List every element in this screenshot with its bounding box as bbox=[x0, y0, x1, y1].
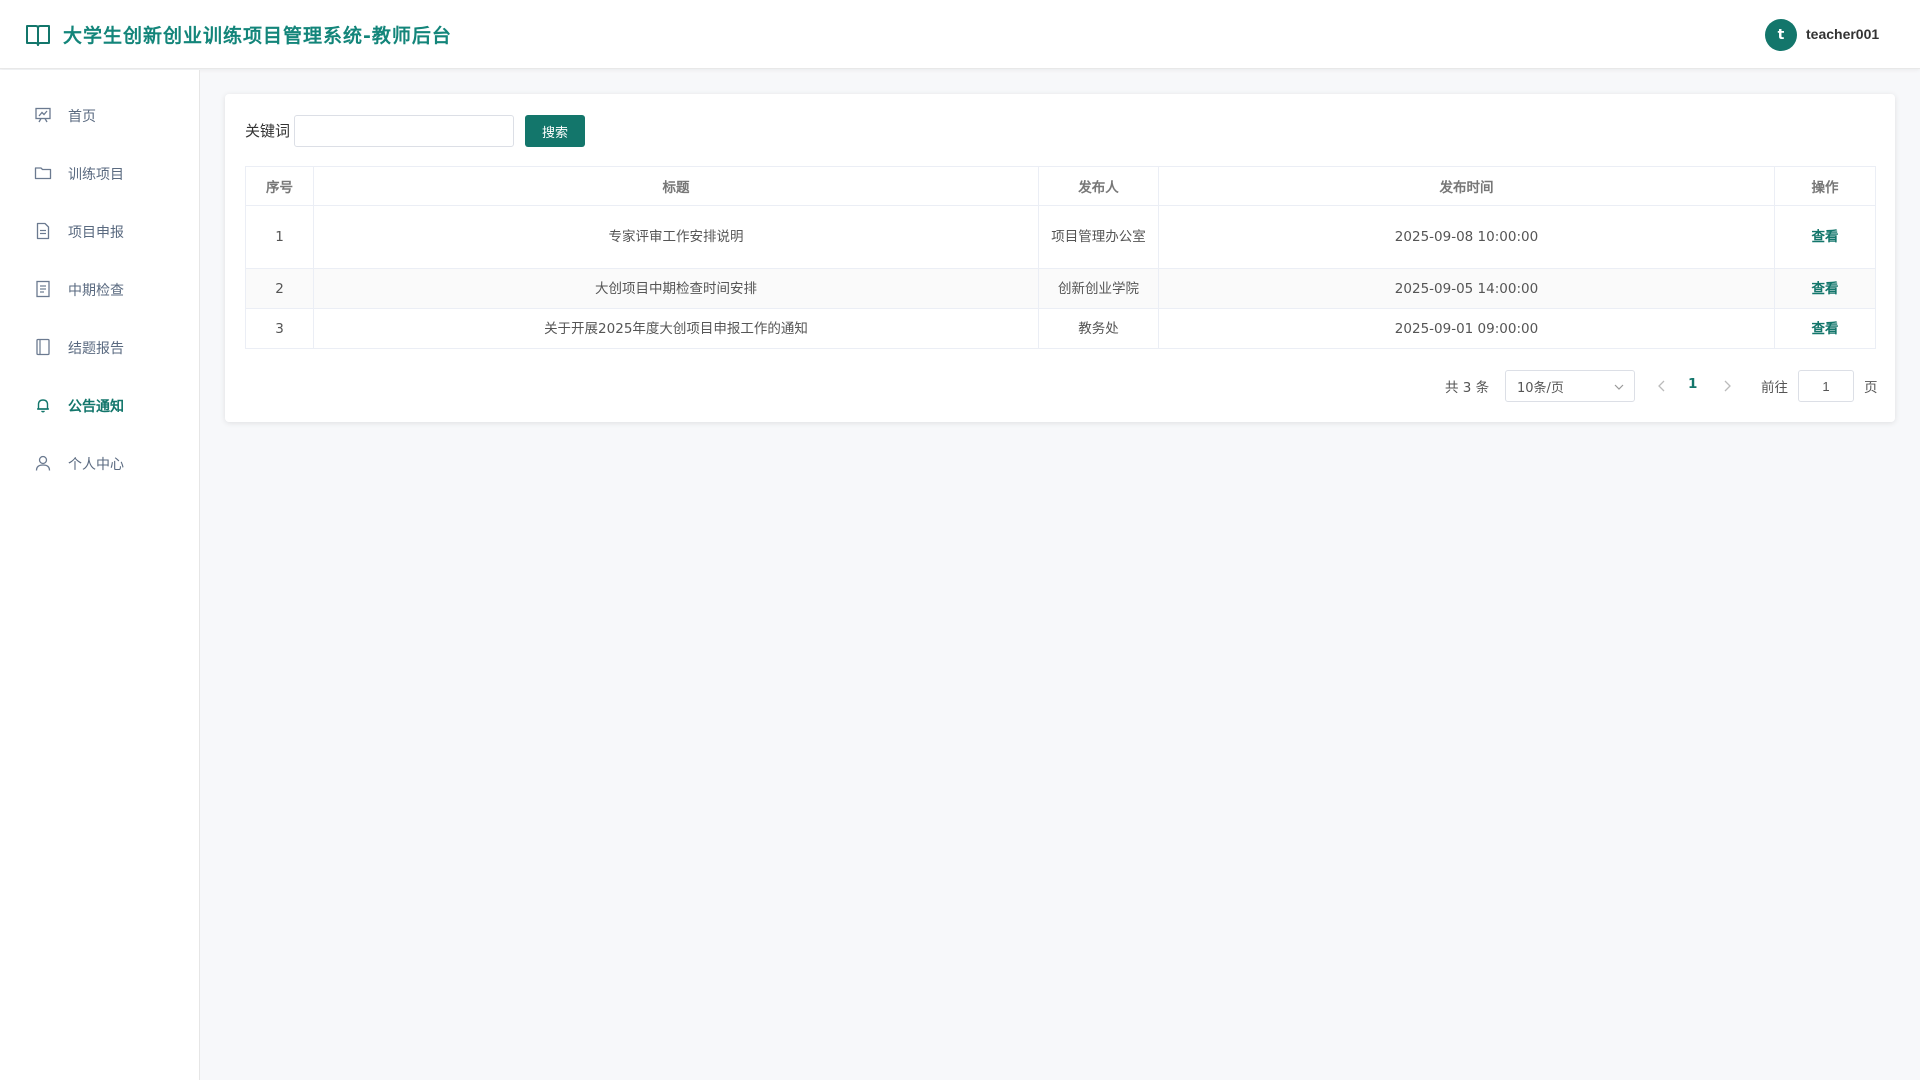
sidebar-item-label: 公告通知 bbox=[68, 399, 124, 415]
row-action-cell: 查看 bbox=[1774, 308, 1876, 349]
view-button[interactable]: 查看 bbox=[1812, 321, 1839, 337]
presentation-icon bbox=[35, 107, 51, 123]
sidebar-item-label: 个人中心 bbox=[68, 457, 124, 473]
sidebar-item-label: 中期检查 bbox=[68, 283, 124, 299]
sidebar-item-midterm[interactable]: 中期检查 bbox=[0, 269, 199, 309]
table-row: 1 专家评审工作安排说明 项目管理办公室 2025-09-08 10:00:00… bbox=[245, 205, 1876, 269]
table-header-row: 序号 标题 发布人 发布时间 操作 bbox=[245, 166, 1876, 206]
sidebar-item-label: 项目申报 bbox=[68, 225, 124, 241]
top-header: 大学生创新创业训练项目管理系统-教师后台 t teacher001 bbox=[0, 0, 1920, 69]
row-title: 大创项目中期检查时间安排 bbox=[313, 268, 1039, 309]
avatar[interactable]: t bbox=[1765, 19, 1797, 51]
chevron-right-icon[interactable] bbox=[1721, 379, 1733, 393]
page-suffix-label: 页 bbox=[1864, 380, 1878, 396]
sidebar-item-projects[interactable]: 训练项目 bbox=[0, 153, 199, 193]
row-title: 专家评审工作安排说明 bbox=[313, 205, 1039, 269]
search-button[interactable]: 搜索 bbox=[525, 115, 585, 147]
row-publisher: 创新创业学院 bbox=[1038, 268, 1159, 309]
announcement-card: 关键词 搜索 序号 标题 发布人 发布时间 操作 1 专家评审工作安排说明 项目… bbox=[225, 94, 1895, 422]
sidebar-item-final-report[interactable]: 结题报告 bbox=[0, 327, 199, 367]
page-size-value: 10条/页 bbox=[1517, 380, 1564, 396]
row-index: 2 bbox=[245, 268, 314, 309]
pagination-total: 共 3 条 bbox=[1445, 380, 1490, 396]
column-header-title: 标题 bbox=[313, 166, 1039, 206]
checklist-icon bbox=[36, 280, 50, 298]
column-header-publisher: 发布人 bbox=[1038, 166, 1159, 206]
user-icon bbox=[35, 455, 51, 471]
row-action-cell: 查看 bbox=[1774, 268, 1876, 309]
row-publisher: 教务处 bbox=[1038, 308, 1159, 349]
row-time: 2025-09-08 10:00:00 bbox=[1158, 205, 1775, 269]
row-title: 关于开展2025年度大创项目申报工作的通知 bbox=[313, 308, 1039, 349]
row-index: 3 bbox=[245, 308, 314, 349]
keyword-label: 关键词 bbox=[245, 122, 291, 140]
book-icon bbox=[36, 338, 50, 356]
chevron-left-icon[interactable] bbox=[1656, 379, 1668, 393]
table-row: 3 关于开展2025年度大创项目申报工作的通知 教务处 2025-09-01 0… bbox=[245, 308, 1876, 349]
book-open-icon bbox=[26, 25, 50, 46]
table-row: 2 大创项目中期检查时间安排 创新创业学院 2025-09-05 14:00:0… bbox=[245, 268, 1876, 309]
username[interactable]: teacher001 bbox=[1806, 26, 1879, 42]
chevron-down-icon bbox=[1614, 384, 1624, 390]
page-number-current[interactable]: 1 bbox=[1688, 376, 1697, 392]
announcement-table: 序号 标题 发布人 发布时间 操作 1 专家评审工作安排说明 项目管理办公室 2… bbox=[245, 166, 1876, 349]
sidebar-item-label: 训练项目 bbox=[68, 167, 124, 183]
sidebar-item-label: 首页 bbox=[68, 109, 96, 125]
view-button[interactable]: 查看 bbox=[1812, 281, 1839, 297]
sidebar: 首页 训练项目 项目申报 中期检查 结题报告 公告通知 个人中心 bbox=[0, 70, 200, 1080]
sidebar-item-profile[interactable]: 个人中心 bbox=[0, 443, 199, 483]
column-header-action: 操作 bbox=[1774, 166, 1876, 206]
sidebar-item-label: 结题报告 bbox=[68, 341, 124, 357]
goto-page-input[interactable] bbox=[1798, 370, 1854, 402]
row-time: 2025-09-01 09:00:00 bbox=[1158, 308, 1775, 349]
column-header-index: 序号 bbox=[245, 166, 314, 206]
folder-icon bbox=[34, 167, 52, 180]
app-title: 大学生创新创业训练项目管理系统-教师后台 bbox=[63, 25, 452, 47]
view-button[interactable]: 查看 bbox=[1812, 229, 1839, 245]
document-icon bbox=[36, 222, 50, 240]
goto-label: 前往 bbox=[1761, 380, 1788, 396]
row-action-cell: 查看 bbox=[1774, 205, 1876, 269]
sidebar-item-application[interactable]: 项目申报 bbox=[0, 211, 199, 251]
keyword-input[interactable] bbox=[294, 115, 514, 147]
sidebar-item-announcements[interactable]: 公告通知 bbox=[0, 385, 199, 425]
row-index: 1 bbox=[245, 205, 314, 269]
row-publisher: 项目管理办公室 bbox=[1038, 205, 1159, 269]
sidebar-item-home[interactable]: 首页 bbox=[0, 95, 199, 135]
column-header-time: 发布时间 bbox=[1158, 166, 1775, 206]
bell-icon bbox=[37, 399, 49, 413]
page-size-select[interactable]: 10条/页 bbox=[1505, 370, 1635, 402]
row-time: 2025-09-05 14:00:00 bbox=[1158, 268, 1775, 309]
